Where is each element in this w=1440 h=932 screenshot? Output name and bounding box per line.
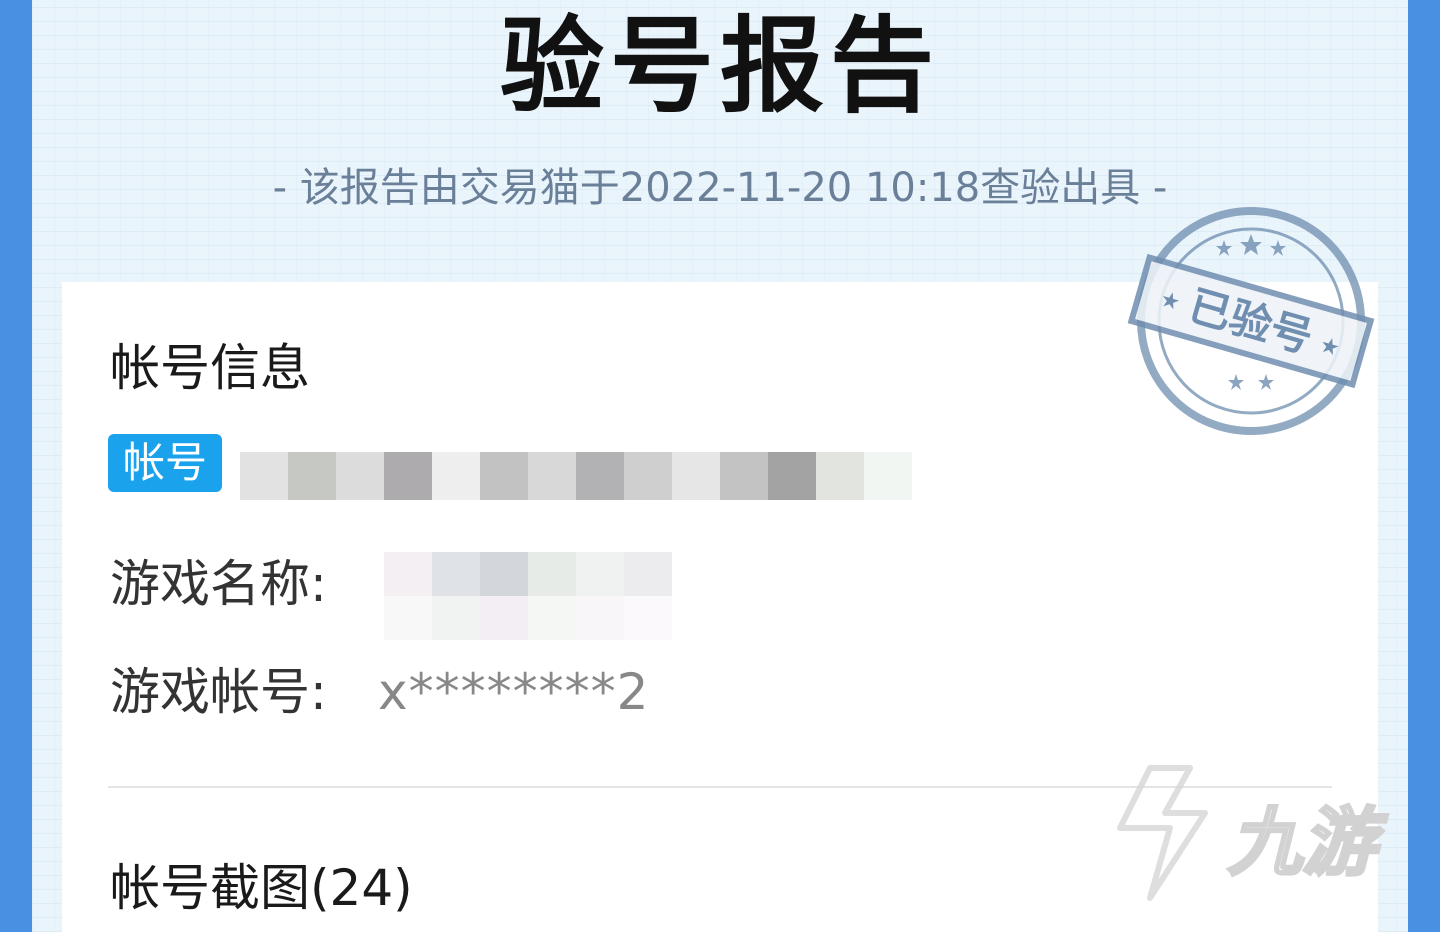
verified-stamp: ★ ★ 已验号 (1126, 196, 1376, 446)
jiuyou-logo-icon: 九游 (1117, 765, 1389, 901)
game-name-label: 游戏名称: (110, 555, 327, 613)
account-info-heading: 帐号信息 (110, 339, 310, 397)
verified-stamp-icon: ★ ★ 已验号 (1127, 207, 1375, 435)
report-title: 验号报告 (499, 5, 940, 127)
watermark-text: 九游 (1228, 800, 1388, 886)
jiuyou-watermark: 九游 (1110, 758, 1410, 908)
game-name-mosaic (384, 552, 672, 640)
game-account-label: 游戏帐号: (110, 663, 327, 721)
account-tag-badge: 帐号 (108, 434, 222, 492)
report-page: 验号报告 - 该报告由交易猫于2022-11-20 10:18查验出具 - 帐号… (0, 0, 1440, 932)
account-title-mosaic (240, 452, 912, 500)
game-account-value: x********2 (378, 663, 650, 721)
account-screenshots-heading: 帐号截图(24) (110, 859, 413, 917)
